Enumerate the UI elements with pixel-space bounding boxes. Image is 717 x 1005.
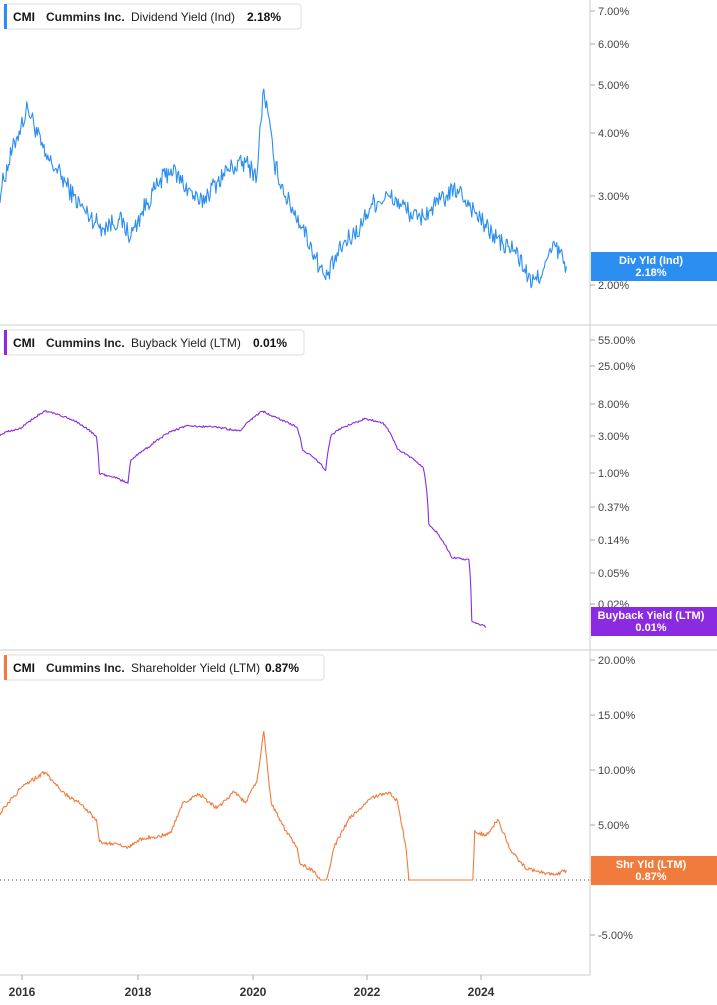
x-tick-label: 2018 [125, 985, 152, 999]
y-tick-label: 10.00% [598, 765, 636, 777]
value-flag: Shr Yld (LTM)0.87% [591, 856, 717, 885]
y-tick-label: 0.05% [598, 568, 629, 580]
y-tick-label: 3.00% [598, 431, 629, 443]
legend-color-swatch [4, 330, 7, 355]
x-tick-label: 2020 [240, 985, 267, 999]
chart-panel-2: 55.00% 25.00% 8.00% 3.00% 1.00% 0.37% 0.14% 0.0… [0, 329, 717, 636]
chart-panel-3: 20.00%15.00%10.00%5.00%0.00%-5.00%CMICum… [0, 654, 717, 942]
y-tick-label: 25.00% [598, 361, 636, 373]
legend-metric: Dividend Yield (Ind) [131, 10, 235, 24]
y-tick-label: 15.00% [598, 710, 636, 722]
value-flag: Div Yld (Ind)2.18% [591, 252, 717, 281]
x-tick-label: 2016 [9, 985, 36, 999]
legend-ticker: CMI [13, 10, 35, 24]
y-tick-label: 20.00% [598, 655, 636, 667]
legend-box: CMI Cummins Inc. Shareholder Yield (LTM) 0.… [3, 654, 325, 681]
legend-value: 2.18% [247, 10, 281, 24]
legend-metric: Shareholder Yield (LTM) [131, 661, 260, 675]
value-flag-label: Div Yld (Ind) [619, 255, 683, 267]
value-flag: Buyback Yield (LTM)0.01% [591, 607, 717, 636]
y-tick-label: 4.00% [598, 128, 629, 140]
y-tick-label: 55.00% [598, 335, 636, 347]
y-tick-label: 8.00% [598, 399, 629, 411]
legend-company: Cummins Inc. [46, 336, 125, 350]
x-tick-label: 2022 [354, 985, 381, 999]
y-tick-label: -5.00% [598, 930, 633, 942]
value-flag-label: Shr Yld (LTM) [616, 859, 687, 871]
y-tick-label: 3.00% [598, 191, 629, 203]
multi-panel-chart: 7.00% 6.00% 5.00% 4.00% 3.00% 2.00% CMI Cummins… [0, 0, 717, 999]
x-tick-label: 2024 [468, 985, 495, 999]
series-line [0, 88, 567, 289]
legend-metric: Buyback Yield (LTM) [131, 336, 241, 350]
legend-color-swatch [4, 655, 7, 680]
legend-color-swatch [4, 4, 7, 29]
legend-value: 0.01% [253, 336, 287, 350]
legend-box: CMI Cummins Inc. Dividend Yield (Ind) 2.18% [3, 3, 302, 30]
value-flag-value: 2.18% [635, 267, 666, 279]
value-flag-label: Buyback Yield (LTM) [598, 610, 705, 622]
legend-ticker: CMI [13, 336, 35, 350]
y-tick-label: 0.37% [598, 502, 629, 514]
y-tick-label: 2.00% [598, 280, 629, 292]
series-line [0, 409, 487, 628]
legend-value: 0.87% [265, 661, 299, 675]
y-tick-label: 5.00% [598, 820, 629, 832]
y-tick-label: 7.00% [598, 6, 629, 18]
y-tick-label: 6.00% [598, 39, 629, 51]
legend-company: Cummins Inc. [46, 661, 125, 675]
series-line [0, 730, 567, 881]
y-tick-label: 1.00% [598, 468, 629, 480]
legend-box: CMI Cummins Inc. Buyback Yield (LTM) 0.01% [3, 329, 305, 356]
legend-ticker: CMI [13, 661, 35, 675]
y-tick-label: 0.14% [598, 535, 629, 547]
legend-company: Cummins Inc. [46, 10, 125, 24]
value-flag-value: 0.01% [635, 622, 666, 634]
y-tick-label: 5.00% [598, 80, 629, 92]
chart-panel-1: 7.00% 6.00% 5.00% 4.00% 3.00% 2.00% CMI Cummins… [0, 3, 717, 292]
value-flag-value: 0.87% [635, 871, 666, 883]
